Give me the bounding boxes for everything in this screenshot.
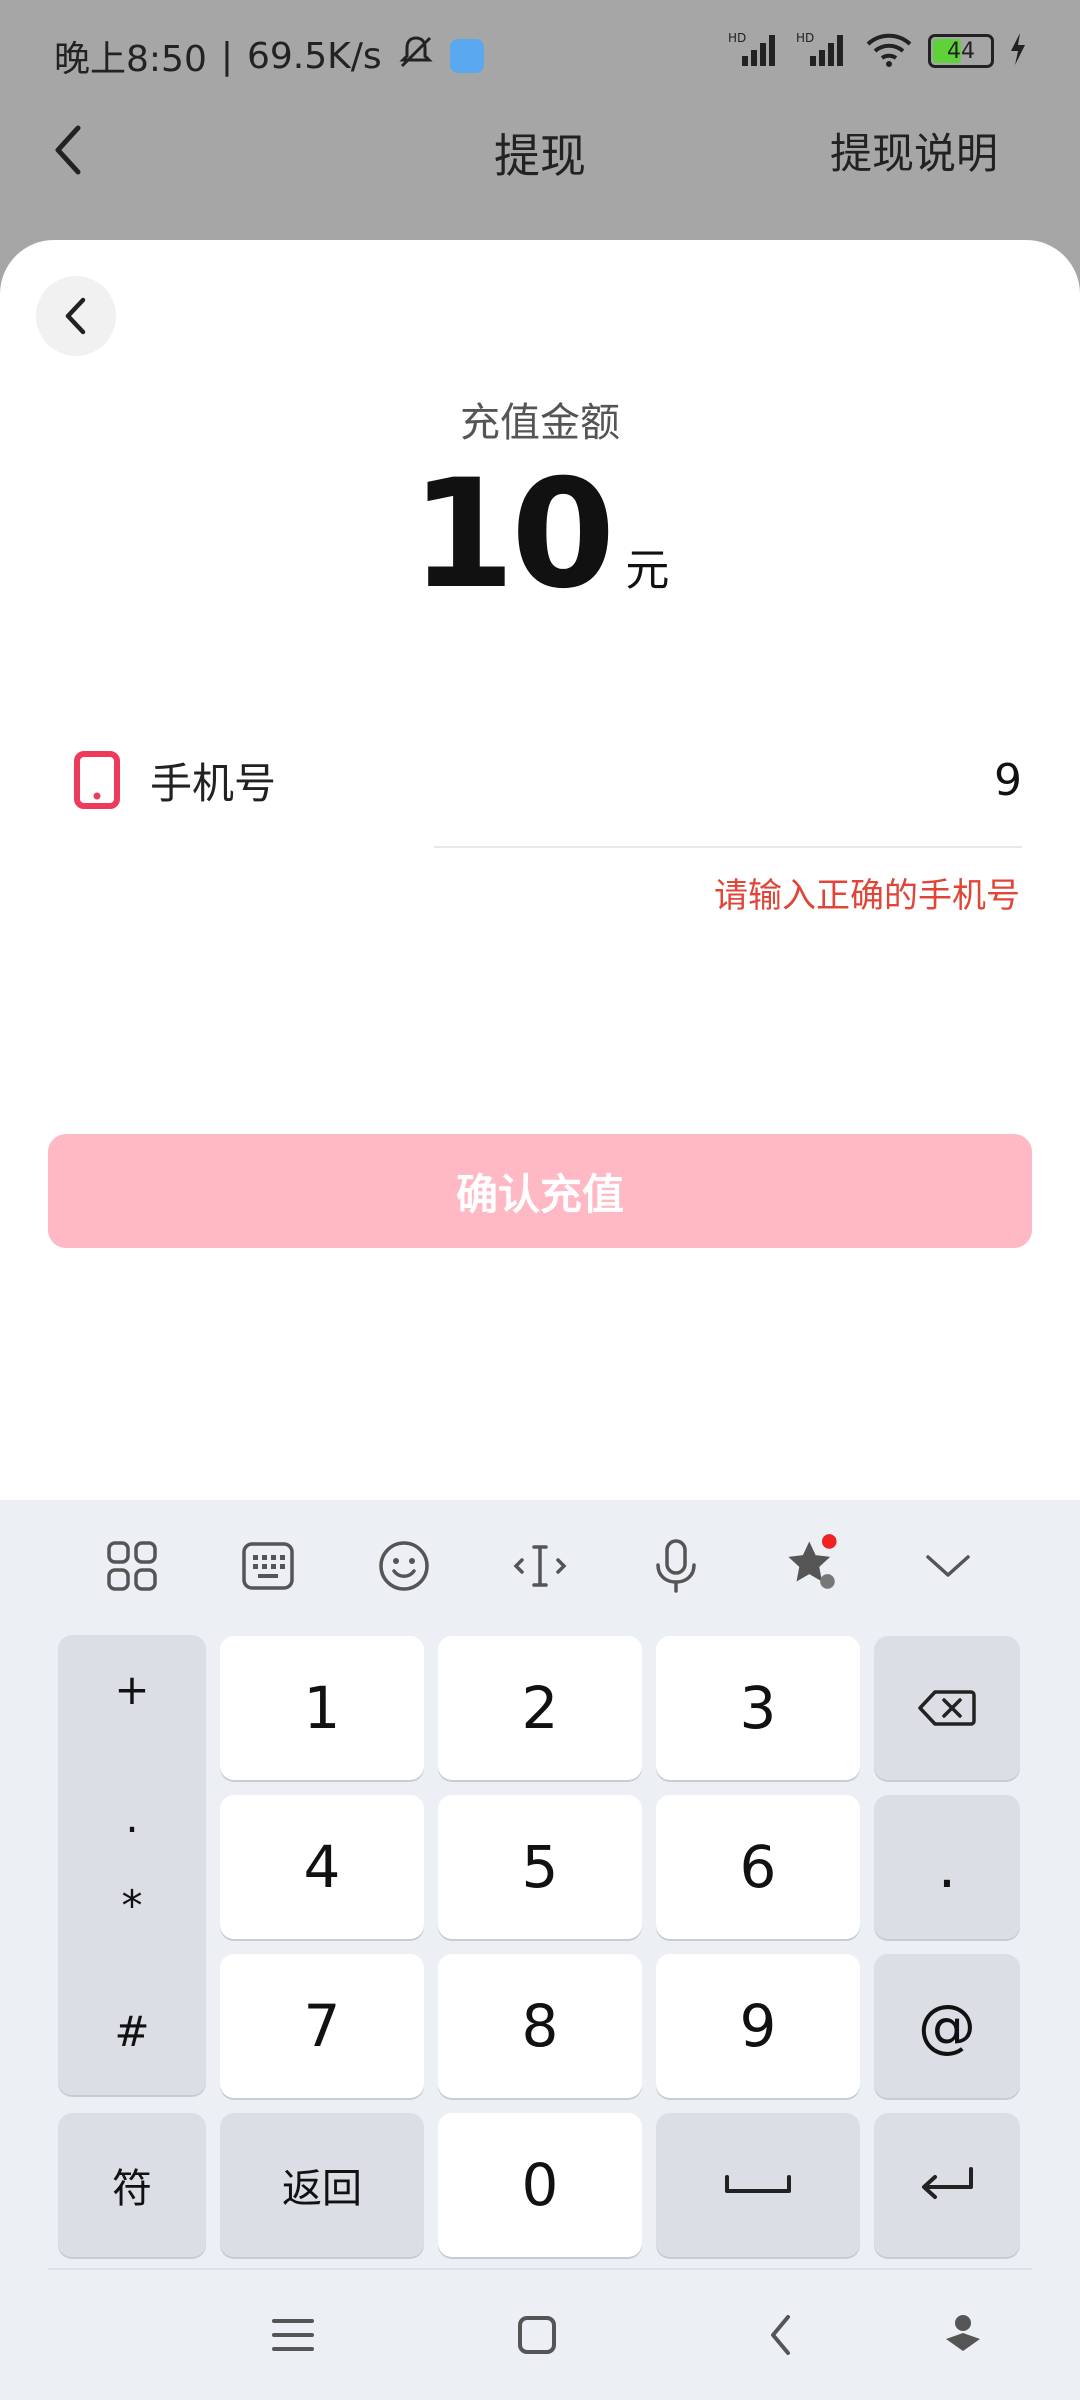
recharge-sheet: 充值金额 10 元 手机号 9 请输入正确的手机号 确认充值 xyxy=(0,240,1080,1500)
backspace-icon xyxy=(918,1690,976,1726)
key-0-label: 0 xyxy=(521,2151,559,2219)
key-7-label: 7 xyxy=(303,1992,341,2060)
key-4[interactable]: 4 xyxy=(220,1795,424,1939)
status-right: HD HD 44 xyxy=(728,30,1028,72)
symbol-column-key[interactable]: + . * # xyxy=(58,1635,206,2095)
cursor-control-icon[interactable] xyxy=(510,1536,570,1596)
key-5[interactable]: 5 xyxy=(438,1795,642,1939)
status-divider: | xyxy=(220,35,233,77)
backspace-key[interactable] xyxy=(874,1636,1020,1780)
system-nav-bar xyxy=(0,2270,1080,2400)
amount-display: 10 元 xyxy=(0,460,1080,610)
dot-key-label: . xyxy=(937,1833,957,1901)
sheet-back-button[interactable] xyxy=(36,276,116,356)
key-9-label: 9 xyxy=(739,1992,777,2060)
enter-icon xyxy=(922,2167,973,2199)
at-key[interactable]: @ xyxy=(874,1954,1020,2098)
symbols-key[interactable]: 符 xyxy=(58,2113,206,2257)
emoji-icon[interactable] xyxy=(374,1536,434,1596)
menu-icon[interactable] xyxy=(268,2310,318,2360)
symbols-key-label: 符 xyxy=(112,2166,152,2212)
phone-label: 手机号 xyxy=(150,758,277,808)
phone-error-message: 请输入正确的手机号 xyxy=(714,876,1020,916)
keyboard-toolbar xyxy=(0,1500,1080,1630)
key-7[interactable]: 7 xyxy=(220,1954,424,2098)
keyboard-badge-icon xyxy=(449,39,484,73)
key-4-label: 4 xyxy=(303,1833,341,1901)
symbol-hash[interactable]: # xyxy=(58,2007,206,2056)
return-key-label: 返回 xyxy=(282,2166,362,2212)
status-net-speed: 69.5K/s xyxy=(246,35,382,77)
signal-hd-icon-1: HD xyxy=(728,30,782,72)
key-1-label: 1 xyxy=(303,1674,341,1742)
dot-key[interactable]: . xyxy=(874,1795,1020,1939)
amount-value: 10 xyxy=(410,448,616,622)
chevron-left-icon xyxy=(65,297,86,335)
phone-icon xyxy=(74,751,120,809)
signal-hd-icon-2: HD xyxy=(796,30,850,72)
keyboard-switch-icon[interactable] xyxy=(238,1536,298,1596)
at-key-label: @ xyxy=(918,1992,976,2060)
key-0[interactable]: 0 xyxy=(438,2113,642,2257)
key-8[interactable]: 8 xyxy=(438,1954,642,2098)
key-2-label: 2 xyxy=(521,1674,559,1742)
symbol-star[interactable]: * xyxy=(58,1881,206,1930)
amount-unit: 元 xyxy=(625,545,670,596)
confirm-recharge-button[interactable]: 确认充值 xyxy=(48,1134,1032,1248)
withdraw-instructions-link[interactable]: 提现说明 xyxy=(830,120,998,181)
back-nav-icon[interactable] xyxy=(756,2310,806,2360)
charging-icon xyxy=(1008,31,1028,71)
key-9[interactable]: 9 xyxy=(656,1954,860,2098)
key-6-label: 6 xyxy=(739,1833,777,1901)
key-5-label: 5 xyxy=(521,1833,559,1901)
space-icon xyxy=(725,2175,791,2193)
microphone-icon[interactable] xyxy=(646,1536,706,1596)
star-skin-icon[interactable] xyxy=(782,1534,842,1596)
key-3-label: 3 xyxy=(739,1674,777,1742)
symbol-plus[interactable]: + xyxy=(58,1665,206,1714)
key-8-label: 8 xyxy=(521,1992,559,2060)
status-left: 晚上8:50 | 69.5K/s xyxy=(54,30,484,82)
space-key[interactable] xyxy=(656,2113,860,2257)
enter-key[interactable] xyxy=(874,2113,1020,2257)
apps-grid-icon[interactable] xyxy=(102,1536,162,1596)
assistant-icon[interactable] xyxy=(938,2310,988,2360)
amount-caption: 充值金额 xyxy=(460,400,620,446)
svg-text:HD: HD xyxy=(728,31,746,45)
svg-text:HD: HD xyxy=(796,31,814,45)
collapse-keyboard-icon[interactable] xyxy=(918,1536,978,1596)
phone-input-underline xyxy=(434,846,1022,848)
wifi-icon xyxy=(864,30,914,72)
key-3[interactable]: 3 xyxy=(656,1636,860,1780)
symbol-dot[interactable]: . xyxy=(58,1793,206,1842)
status-bar: 晚上8:50 | 69.5K/s HD HD 44 xyxy=(0,0,1080,110)
key-6[interactable]: 6 xyxy=(656,1795,860,1939)
battery-icon: 44 xyxy=(928,34,994,68)
numeric-keyboard: + . * # 1 2 3 4 5 6 . 7 8 9 @ 符 返回 0 xyxy=(0,1500,1080,2400)
status-time: 晚上8:50 xyxy=(54,39,207,80)
phone-input[interactable]: 9 xyxy=(994,755,1022,806)
return-key[interactable]: 返回 xyxy=(220,2113,424,2257)
key-2[interactable]: 2 xyxy=(438,1636,642,1780)
mute-icon xyxy=(396,32,436,81)
battery-level: 44 xyxy=(947,38,975,64)
key-1[interactable]: 1 xyxy=(220,1636,424,1780)
home-icon[interactable] xyxy=(512,2310,562,2360)
phone-field-row[interactable]: 手机号 9 xyxy=(74,740,1022,820)
